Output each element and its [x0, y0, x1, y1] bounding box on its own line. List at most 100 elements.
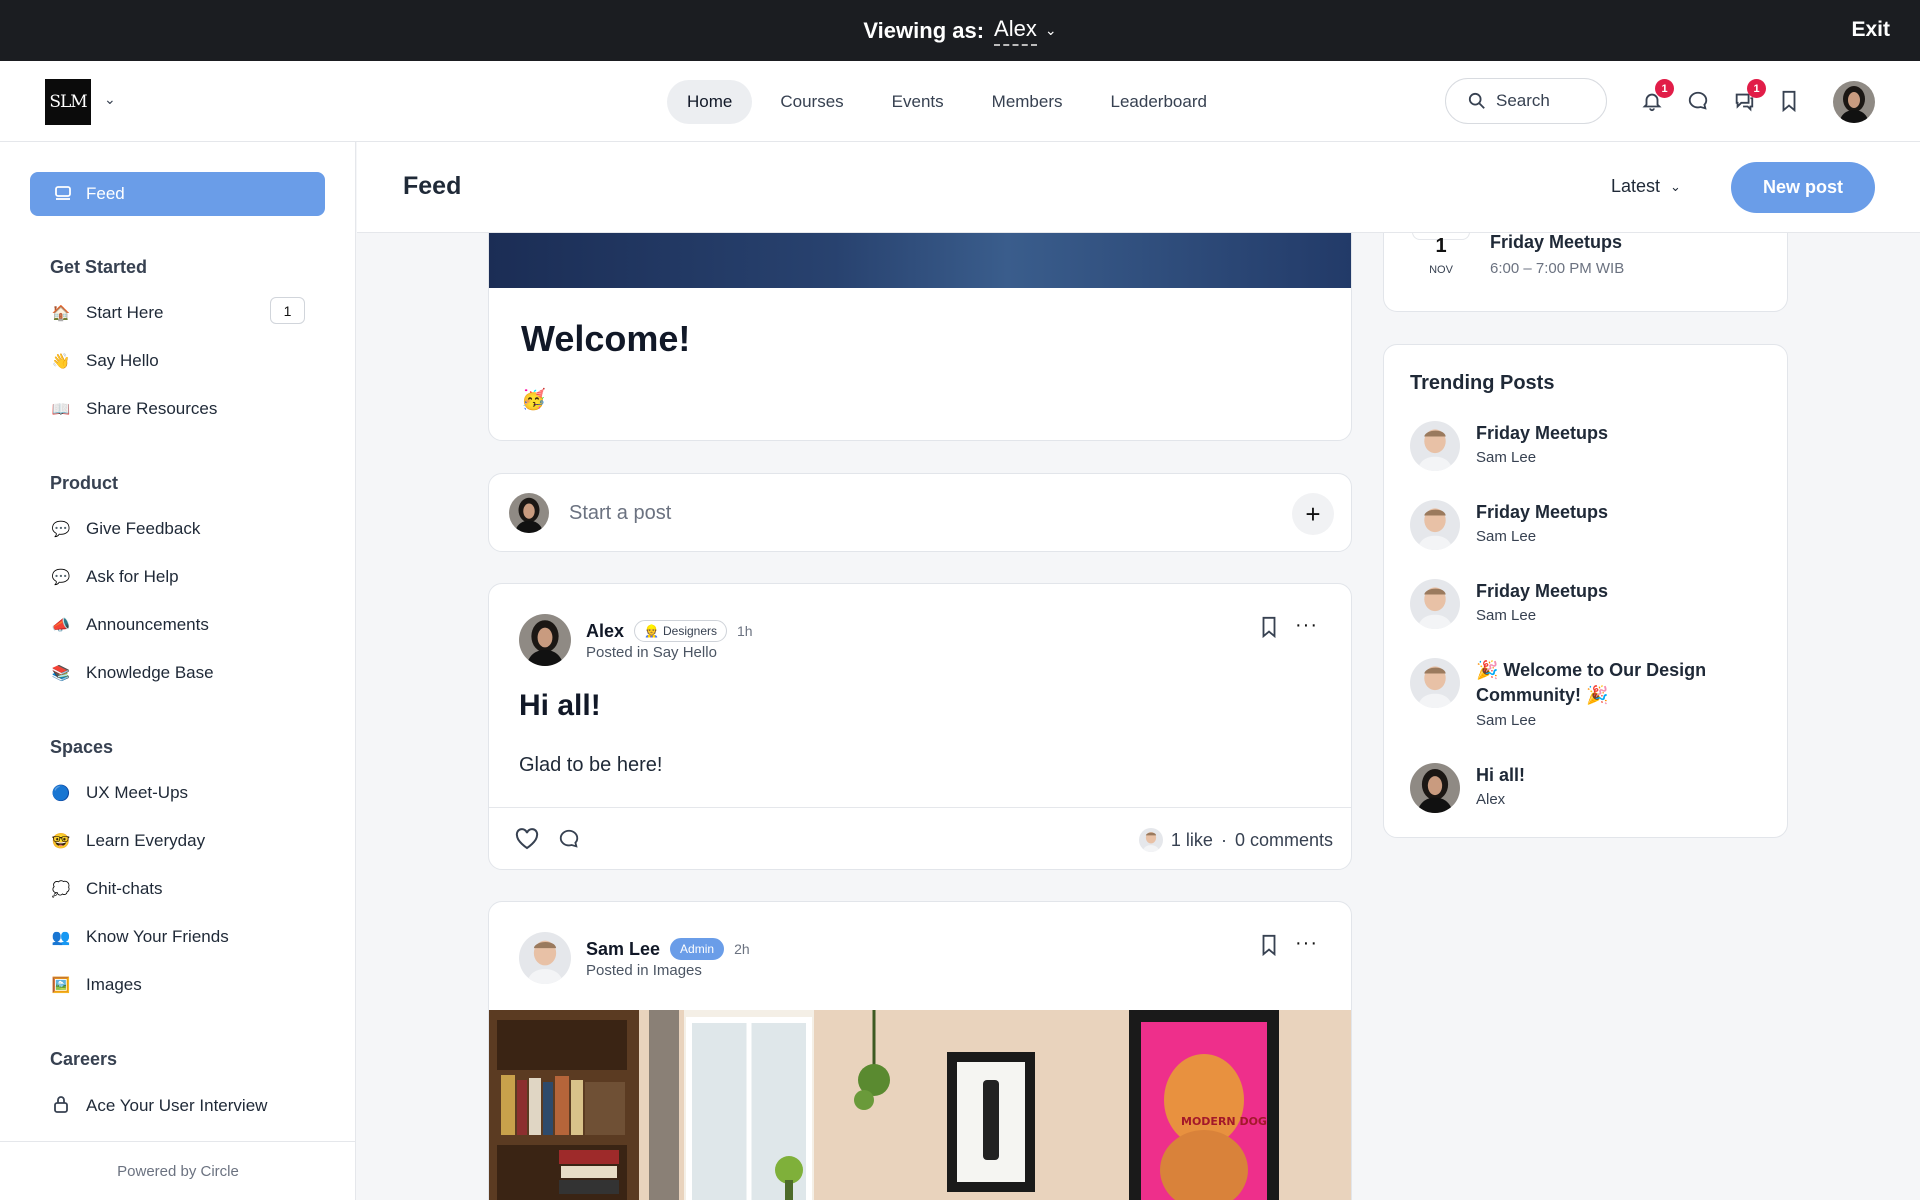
woman-avatar-image	[1833, 81, 1875, 123]
nerd-face-icon: 🤓	[51, 833, 71, 850]
comments-count[interactable]: 0 comments	[1235, 830, 1333, 851]
chat-threads-button[interactable]: 1	[1730, 79, 1766, 115]
trending-post-title[interactable]: Friday Meetups	[1476, 579, 1766, 604]
blue-circle-icon: 🔵	[51, 785, 71, 802]
feed-icon	[55, 186, 71, 200]
post-title: Welcome!	[521, 318, 691, 359]
more-options-icon[interactable]: ···	[1295, 932, 1318, 955]
avatar[interactable]	[519, 932, 571, 984]
sidebar-item-learn-everyday[interactable]: 🤓 Learn Everyday	[50, 831, 310, 851]
sidebar-item-label: Say Hello	[86, 351, 159, 370]
sidebar-item-label: Give Feedback	[86, 519, 201, 538]
picture-icon: 🖼️	[51, 977, 71, 994]
notifications-badge: 1	[1655, 79, 1674, 98]
messages-button[interactable]	[1684, 87, 1712, 115]
top-header: SLM ⌄ Home Courses Events Members Leader…	[0, 61, 1920, 142]
search-label: Search	[1496, 91, 1550, 110]
post-author-name[interactable]: Alex	[586, 621, 624, 642]
sidebar-item-label: Knowledge Base	[86, 663, 214, 682]
posted-in-link[interactable]: Posted in Images	[586, 962, 702, 979]
sidebar-item-label: Ace Your User Interview	[86, 1096, 268, 1115]
trending-post-title[interactable]: 🎉 Welcome to Our Design Community! 🎉	[1476, 658, 1766, 708]
bookmarks-button[interactable]	[1775, 87, 1803, 115]
main-nav: Home Courses Events Members Leaderboard	[667, 80, 1227, 124]
chevron-down-icon[interactable]: ⌄	[1045, 22, 1057, 39]
sidebar-item-label: Announcements	[86, 615, 209, 634]
plus-icon[interactable]: +	[1292, 493, 1334, 535]
post-author-name[interactable]: Sam Lee	[586, 939, 660, 960]
post-card[interactable]: Alex 👷 Designers 1h Posted in Say Hello …	[488, 583, 1352, 870]
admin-badge: Admin	[670, 938, 725, 960]
avatar	[1410, 579, 1460, 629]
post-footer: 1 like · 0 comments	[489, 807, 1351, 869]
sidebar-item-share-resources[interactable]: 📖 Share Resources	[50, 399, 310, 419]
posted-in-link[interactable]: Posted in Say Hello	[586, 644, 717, 661]
post-timestamp: 1h	[737, 623, 753, 639]
post-card[interactable]: Sam Lee Admin 2h Posted in Images ··· MO…	[488, 901, 1352, 1200]
books-icon: 📚	[51, 665, 71, 682]
trending-post-title[interactable]: Friday Meetups	[1476, 421, 1766, 446]
sidebar-item-knowledge-base[interactable]: 📚 Knowledge Base	[50, 663, 310, 683]
trending-post-title[interactable]: Hi all!	[1476, 763, 1766, 788]
sort-dropdown[interactable]: Latest ⌄	[1611, 176, 1681, 197]
event-day: 1	[1435, 235, 1447, 257]
search-button[interactable]: Search	[1445, 78, 1607, 124]
viewing-as-user-select[interactable]: Alex	[994, 16, 1037, 46]
sidebar-item-feed[interactable]: Feed	[30, 172, 325, 216]
bookmark-icon[interactable]	[1259, 616, 1279, 643]
notifications-button[interactable]: 1	[1638, 79, 1674, 115]
sidebar-item-label: UX Meet-Ups	[86, 783, 189, 802]
unread-count-badge: 1	[270, 297, 305, 324]
sidebar-item-images[interactable]: 🖼️ Images	[50, 975, 310, 995]
page-title: Feed	[403, 172, 462, 200]
sidebar-item-ux-meet-ups[interactable]: 🔵 UX Meet-Ups	[50, 783, 310, 803]
sidebar-item-announcements[interactable]: 📣 Announcements	[50, 615, 310, 635]
sidebar-item-know-your-friends[interactable]: 👥 Know Your Friends	[50, 927, 310, 947]
nav-members[interactable]: Members	[972, 80, 1083, 124]
powered-by-link[interactable]: Powered by Circle	[0, 1141, 356, 1200]
nav-events[interactable]: Events	[872, 80, 964, 124]
sort-label: Latest	[1611, 176, 1661, 196]
sidebar-item-label: Images	[86, 975, 142, 994]
sidebar-item-ask-for-help[interactable]: 💬 Ask for Help	[50, 567, 310, 587]
speech-bubble-icon: 💬	[51, 521, 71, 538]
event-title[interactable]: Friday Meetups	[1490, 232, 1622, 253]
section-title-get-started: Get Started	[50, 257, 148, 277]
post-title[interactable]: Hi all!	[519, 689, 601, 723]
avatar	[1410, 763, 1460, 813]
post-image[interactable]: MODERN DOG	[489, 1010, 1351, 1200]
comment-icon[interactable]	[557, 828, 581, 850]
nav-home[interactable]: Home	[667, 80, 753, 124]
sidebar-item-say-hello[interactable]: 👋 Say Hello	[50, 351, 310, 371]
heart-icon[interactable]	[515, 828, 539, 850]
sidebar-item-ace-your-user-interview[interactable]: Ace Your User Interview	[50, 1095, 310, 1117]
trending-post-title[interactable]: Friday Meetups	[1476, 500, 1766, 525]
section-title-careers: Careers	[50, 1049, 118, 1069]
sidebar-item-chit-chats[interactable]: 💭 Chit-chats	[50, 879, 310, 899]
sidebar-item-label: Feed	[86, 184, 125, 203]
nav-leaderboard[interactable]: Leaderboard	[1091, 80, 1227, 124]
chevron-down-icon[interactable]: ⌄	[104, 91, 116, 108]
avatar[interactable]	[519, 614, 571, 666]
search-icon	[1468, 92, 1485, 109]
poster-text: MODERN DOG	[1181, 1115, 1267, 1128]
wave-icon: 👋	[51, 353, 71, 370]
sidebar-item-start-here[interactable]: 🏠 Start Here 1	[50, 297, 310, 324]
sidebar-item-give-feedback[interactable]: 💬 Give Feedback	[50, 519, 310, 539]
new-post-button[interactable]: New post	[1731, 162, 1875, 213]
exit-button[interactable]: Exit	[1851, 18, 1890, 42]
start-post-placeholder[interactable]: Start a post	[569, 502, 671, 525]
post-timestamp: 2h	[734, 941, 750, 957]
chat-badge: 1	[1747, 79, 1766, 98]
sidebar-item-label: Chit-chats	[86, 879, 163, 898]
event-month: NOV	[1429, 264, 1453, 276]
more-options-icon[interactable]: ···	[1295, 614, 1318, 637]
community-logo[interactable]: SLM	[45, 79, 91, 125]
nav-courses[interactable]: Courses	[760, 80, 863, 124]
user-avatar[interactable]	[1833, 81, 1875, 123]
lock-icon	[50, 1095, 72, 1117]
start-post-composer[interactable]: Start a post +	[488, 473, 1352, 552]
chevron-down-icon: ⌄	[1670, 178, 1681, 194]
bookmark-icon[interactable]	[1259, 934, 1279, 961]
likes-count[interactable]: 1 like	[1171, 830, 1213, 851]
